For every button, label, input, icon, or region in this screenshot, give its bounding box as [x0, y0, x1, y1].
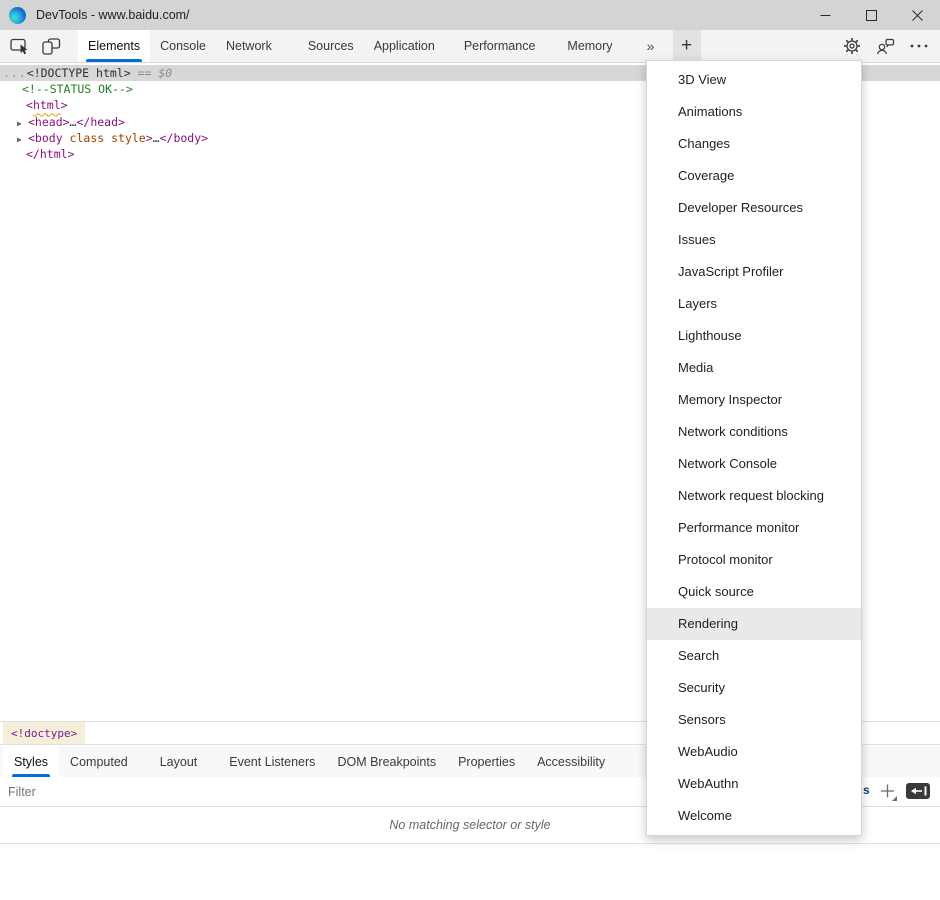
inspect-element-button[interactable] [5, 30, 35, 62]
titlebar: DevTools - www.baidu.com/ [0, 0, 940, 30]
menu-item-rendering[interactable]: Rendering [647, 608, 861, 640]
menu-item-performance-monitor[interactable]: Performance monitor [647, 512, 861, 544]
tab-memory[interactable]: Memory [557, 30, 622, 62]
device-emulation-icon [40, 37, 61, 56]
new-style-rule-button[interactable] [877, 781, 899, 803]
tab-performance[interactable]: Performance [454, 30, 546, 62]
menu-item-security[interactable]: Security [647, 672, 861, 704]
feedback-button[interactable] [876, 38, 895, 55]
tab-layout[interactable]: Layout [149, 746, 209, 777]
styles-filter-input[interactable] [8, 781, 368, 803]
tab-dom-breakpoints[interactable]: DOM Breakpoints [326, 746, 447, 777]
tab-elements[interactable]: Elements [78, 30, 150, 62]
menu-item-3d-view[interactable]: 3D View [647, 64, 861, 96]
minimize-icon [820, 10, 831, 21]
window-title: DevTools - www.baidu.com/ [36, 8, 190, 22]
device-toolbar-button[interactable] [35, 30, 65, 62]
row-gutter-dots: ... [3, 66, 27, 80]
close-icon [912, 10, 923, 21]
menu-item-sensors[interactable]: Sensors [647, 704, 861, 736]
inspect-cursor-icon [10, 37, 31, 56]
tab-network[interactable]: Network [216, 30, 282, 62]
menu-item-changes[interactable]: Changes [647, 128, 861, 160]
tab-properties[interactable]: Properties [447, 746, 526, 777]
minimize-button[interactable] [802, 0, 848, 30]
body-class-attribute: class [63, 131, 105, 145]
menu-item-lighthouse[interactable]: Lighthouse [647, 320, 861, 352]
maximize-icon [866, 10, 877, 21]
more-options-button[interactable] [910, 43, 928, 49]
menu-item-network-console[interactable]: Network Console [647, 448, 861, 480]
toolbar-right-actions [843, 30, 928, 62]
edge-logo-icon [9, 7, 26, 24]
menu-item-protocol-monitor[interactable]: Protocol monitor [647, 544, 861, 576]
dock-arrow-left-icon [906, 783, 930, 799]
menu-item-welcome[interactable]: Welcome [647, 800, 861, 832]
menu-item-developer-resources[interactable]: Developer Resources [647, 192, 861, 224]
menu-item-search[interactable]: Search [647, 640, 861, 672]
panel-tabs: Elements Console Network Sources Applica… [78, 30, 623, 62]
settings-button[interactable] [843, 37, 861, 55]
menu-item-javascript-profiler[interactable]: JavaScript Profiler [647, 256, 861, 288]
body-style-attribute: style [104, 131, 146, 145]
menu-item-network-request-blocking[interactable]: Network request blocking [647, 480, 861, 512]
menu-item-quick-source[interactable]: Quick source [647, 576, 861, 608]
menu-item-webaudio[interactable]: WebAudio [647, 736, 861, 768]
menu-item-network-conditions[interactable]: Network conditions [647, 416, 861, 448]
menu-item-webauthn[interactable]: WebAuthn [647, 768, 861, 800]
plus-with-caret-icon [877, 781, 899, 803]
menu-item-layers[interactable]: Layers [647, 288, 861, 320]
double-chevron-icon: » [647, 38, 655, 54]
gear-icon [843, 37, 861, 55]
html-tag-issue-underline: html [33, 98, 61, 112]
menu-item-animations[interactable]: Animations [647, 96, 861, 128]
tab-application[interactable]: Application [364, 30, 445, 62]
partially-hidden-cls-button[interactable]: s [863, 783, 870, 797]
person-feedback-icon [876, 38, 895, 55]
tab-accessibility[interactable]: Accessibility [526, 746, 616, 777]
close-button[interactable] [894, 0, 940, 30]
tab-sources[interactable]: Sources [298, 30, 364, 62]
menu-item-issues[interactable]: Issues [647, 224, 861, 256]
tab-event-listeners[interactable]: Event Listeners [218, 746, 326, 777]
selected-node-annotation: == $0 [131, 66, 173, 80]
plus-icon: + [681, 35, 692, 57]
tab-computed[interactable]: Computed [59, 746, 139, 777]
more-tabs-button[interactable]: » [639, 30, 663, 62]
styles-section-divider [0, 843, 940, 844]
window-controls [802, 0, 940, 30]
menu-item-coverage[interactable]: Coverage [647, 160, 861, 192]
menu-item-media[interactable]: Media [647, 352, 861, 384]
toggle-computed-sidebar-button[interactable] [906, 783, 930, 799]
menu-item-memory-inspector[interactable]: Memory Inspector [647, 384, 861, 416]
breadcrumb-doctype[interactable]: <!doctype> [3, 722, 85, 744]
tab-styles[interactable]: Styles [3, 746, 59, 777]
tab-console[interactable]: Console [150, 30, 216, 62]
maximize-button[interactable] [848, 0, 894, 30]
more-tools-menu: 3D View Animations Changes Coverage Deve… [646, 60, 862, 836]
three-dots-icon [910, 43, 928, 49]
devtools-toolbar: Elements Console Network Sources Applica… [0, 30, 940, 63]
add-panel-button[interactable]: + [673, 30, 701, 62]
